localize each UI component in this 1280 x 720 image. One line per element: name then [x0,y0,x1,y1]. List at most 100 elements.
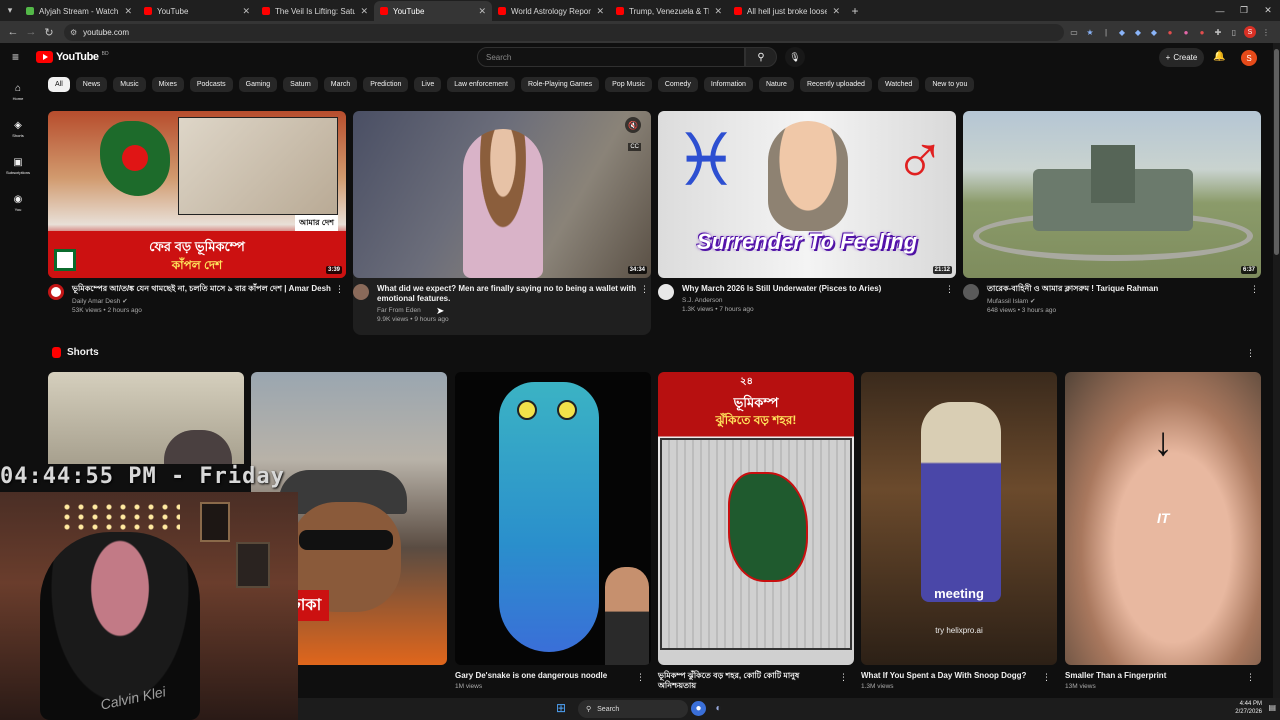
browser-tab[interactable]: All hell just broke loose. - YouT ✕ [728,1,846,21]
short-title[interactable]: Smaller Than a Fingerprint [1065,671,1261,681]
filter-chip[interactable]: Role-Playing Games [520,77,600,92]
more-actions-icon[interactable]: ⋮ [1250,284,1259,295]
menu-icon[interactable]: ≡ [12,51,24,63]
guide-item-shorts[interactable]: ◈ Shorts [0,110,36,147]
video-card[interactable]: 6:37 তারেক-বাহিনী ও আমার ক্লাসরুম ! Tari… [963,111,1261,314]
video-title[interactable]: What did we expect? Men are finally sayi… [377,284,637,304]
video-title[interactable]: তারেক-বাহিনী ও আমার ক্লাসরুম ! Tarique R… [987,284,1247,294]
extension-1-icon[interactable]: ◆ [1116,26,1128,38]
short-card[interactable]: ↓ IT Smaller Than a Fingerprint 13M view… [1065,372,1261,690]
filter-chip[interactable]: Recently uploaded [799,77,872,92]
browser-tab[interactable]: YouTube ✕ [374,1,492,21]
filter-chip[interactable]: March [323,77,358,92]
microphone-icon[interactable]: 🎙 [785,47,805,67]
chrome-app-icon[interactable]: ● [691,701,706,716]
channel-name[interactable]: Daily Amar Desh ✔ [72,297,332,305]
guide-item-subscriptions[interactable]: ▣ Subscriptions [0,147,36,184]
more-actions-icon[interactable]: ⋮ [1042,672,1051,683]
browser-tab[interactable]: World Astrology Report - YouTu ✕ [492,1,610,21]
tab-close-icon[interactable]: ✕ [242,6,250,17]
extension-5-icon[interactable]: ● [1180,26,1192,38]
new-tab-button[interactable]: + [846,1,864,21]
extension-4-icon[interactable]: ● [1164,26,1176,38]
extension-3-icon[interactable]: ◆ [1148,26,1160,38]
more-actions-icon[interactable]: ⋮ [945,284,954,295]
channel-avatar[interactable] [658,284,674,300]
filter-chip[interactable]: Pop Music [605,77,652,92]
guide-item-home[interactable]: ⌂ Home [0,73,36,110]
video-thumbnail[interactable]: 🔇 CC 34:34 [353,111,651,278]
close-window-button[interactable]: ✕ [1256,0,1280,21]
short-title[interactable]: What If You Spent a Day With Snoop Dogg? [861,671,1057,681]
browser-profile-avatar[interactable]: S [1244,26,1256,38]
search-input[interactable]: Search [477,47,745,67]
captions-icon[interactable]: CC [628,143,641,151]
taskbar-clock[interactable]: 4:44 PM 2/27/2026 [1235,700,1262,716]
filter-chip[interactable]: Comedy [657,77,698,92]
channel-name[interactable]: Mufassil Islam ✔ [987,297,1247,305]
screen-cast-icon[interactable]: ▭ [1068,26,1080,38]
short-thumbnail[interactable]: ভূমিকম্প ঝুঁকিতে বড় শহর! ২৪ [658,372,854,665]
youtube-logo[interactable]: YouTube BD [36,51,109,63]
filter-chip[interactable]: Podcasts [189,77,233,92]
url-field[interactable]: ⚙ youtube.com [64,23,1064,41]
guide-item-you[interactable]: ◉ You [0,184,36,221]
extension-2-icon[interactable]: ◆ [1132,26,1144,38]
site-info-icon[interactable]: ⚙ [70,28,77,37]
short-thumbnail[interactable]: meeting try helixpro.ai [861,372,1057,665]
tab-close-icon[interactable]: ✕ [596,6,604,17]
filter-chip[interactable]: News [75,77,108,92]
page-scrollbar[interactable] [1273,43,1280,698]
search-icon[interactable]: ⚲ [745,47,777,67]
tab-close-icon[interactable]: ✕ [832,6,840,17]
video-card-hovered[interactable]: 🔇 CC 34:34 What did we expect? Men are f… [353,111,651,335]
more-actions-icon[interactable]: ⋮ [640,284,649,295]
browser-tab[interactable]: Alyjah Stream - Watch Live on K ✕ [20,1,138,21]
filter-chip[interactable]: Prediction [363,77,409,92]
filter-chip[interactable]: Music [113,77,146,92]
tab-close-icon[interactable]: ✕ [714,6,722,17]
filter-chip[interactable]: Law enforcement [447,77,515,92]
channel-avatar[interactable] [353,284,369,300]
extensions-puzzle-icon[interactable]: ✚ [1212,26,1224,38]
account-avatar[interactable]: S [1241,50,1257,66]
short-title[interactable]: ভূমিকম্প ঝুঁকিতে বড় শহর, কোটি কোটি মানু… [658,671,854,691]
video-card[interactable]: আমার দেশ ফের বড় ভূমিকম্পে কাঁপল দেশ 3:3… [48,111,346,314]
side-panel-icon[interactable]: ▯ [1228,26,1240,38]
channel-name[interactable]: Far From Eden [377,307,637,314]
browser-tab[interactable]: Trump, Venezuela & The 0" Ar ✕ [610,1,728,21]
tab-close-icon[interactable]: ✕ [478,6,486,17]
scrollbar-thumb[interactable] [1274,49,1279,255]
video-thumbnail[interactable]: ♓ ♂ Surrender To Feeling 21:12 [658,111,956,278]
tab-search-icon[interactable]: ▾ [0,0,20,21]
short-title[interactable]: Gary De'snake is one dangerous noodle [455,671,651,681]
short-card[interactable]: meeting try helixpro.ai What If You Spen… [861,372,1057,690]
short-card[interactable]: Gary De'snake is one dangerous noodle 1M… [455,372,651,690]
channel-name[interactable]: S.J. Anderson [682,297,942,304]
bookmark-star-icon[interactable]: ★ [1084,26,1096,38]
shelf-more-icon[interactable]: ⋮ [1246,348,1255,359]
tab-close-icon[interactable]: ✕ [360,6,368,17]
windows-start-icon[interactable]: ⊞ [556,702,569,715]
more-actions-icon[interactable]: ⋮ [1246,672,1255,683]
reload-icon[interactable]: ↻ [40,23,58,41]
notification-center-icon[interactable]: ▤ [1268,703,1276,712]
back-icon[interactable]: ← [4,23,22,41]
filter-chip[interactable]: New to you [925,77,975,92]
maximize-button[interactable]: ❐ [1232,0,1256,21]
video-card[interactable]: ♓ ♂ Surrender To Feeling 21:12 Why March… [658,111,956,313]
filter-chip[interactable]: Mixes [151,77,184,92]
filter-chip[interactable]: Nature [758,77,794,92]
browser-menu-icon[interactable]: ⋮ [1260,26,1272,38]
notifications-bell-icon[interactable]: 🔔 [1213,51,1225,62]
forward-icon[interactable]: → [22,23,40,41]
more-actions-icon[interactable]: ⋮ [335,284,344,295]
minimize-button[interactable]: — [1208,0,1232,21]
short-card[interactable]: ভূমিকম্প ঝুঁকিতে বড় শহর! ২৪ ভূমিকম্প ঝু… [658,372,854,691]
extension-6-icon[interactable]: ● [1196,26,1208,38]
video-title[interactable]: ভূমিকম্পের আ/ত/ঙ্ক যেন থামছেই না, চলতি ম… [72,284,332,294]
short-thumbnail[interactable] [455,372,651,665]
channel-avatar[interactable] [48,284,64,300]
browser-tab[interactable]: YouTube ✕ [138,1,256,21]
filter-chip[interactable]: Watched [877,77,920,92]
